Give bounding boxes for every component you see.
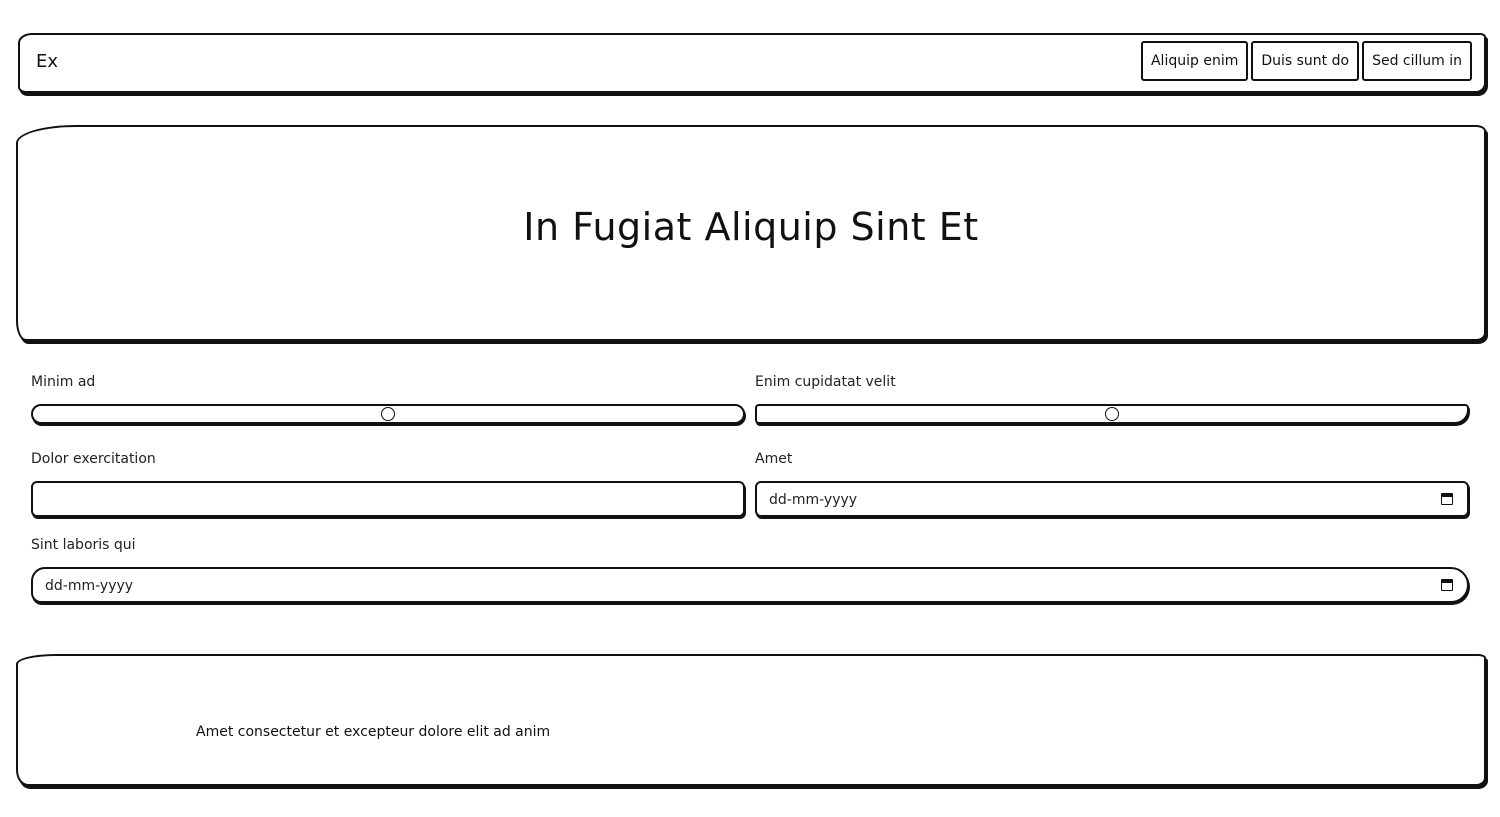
date1-input[interactable]: dd-mm-yyyy [755,481,1469,517]
nav-links: Aliquip enim Duis sunt do Sed cillum in [1140,41,1472,81]
nav-link-sed-cillum-in[interactable]: Sed cillum in [1362,41,1472,81]
date2-label: Sint laboris qui [31,537,136,553]
hero-title: In Fugiat Aliquip Sint Et [523,205,979,249]
calendar-icon[interactable] [1441,579,1453,591]
page: Ex Aliquip enim Duis sunt do Sed cillum … [0,0,1500,817]
range2-slider[interactable] [755,404,1469,424]
footer: Amet consectetur et excepteur dolore eli… [16,654,1486,786]
brand-logo[interactable]: Ex [36,51,58,72]
text1-label: Dolor exercitation [31,451,156,467]
date1-label: Amet [755,451,793,467]
navbar: Ex Aliquip enim Duis sunt do Sed cillum … [18,33,1486,93]
date2-placeholder: dd-mm-yyyy [45,578,134,594]
range2-label: Enim cupidatat velit [755,374,896,390]
date1-placeholder: dd-mm-yyyy [769,492,858,508]
range2-thumb[interactable] [1105,407,1119,421]
nav-link-duis-sunt-do[interactable]: Duis sunt do [1251,41,1360,81]
hero-section: In Fugiat Aliquip Sint Et [16,125,1486,341]
range1-label: Minim ad [31,374,96,390]
nav-link-aliquip-enim[interactable]: Aliquip enim [1140,41,1249,81]
range1-slider[interactable] [31,404,745,424]
footer-text: Amet consectetur et excepteur dolore eli… [196,724,551,740]
date2-input[interactable]: dd-mm-yyyy [31,567,1469,603]
text1-input[interactable] [31,481,745,517]
range1-thumb[interactable] [381,407,395,421]
calendar-icon[interactable] [1441,493,1453,505]
